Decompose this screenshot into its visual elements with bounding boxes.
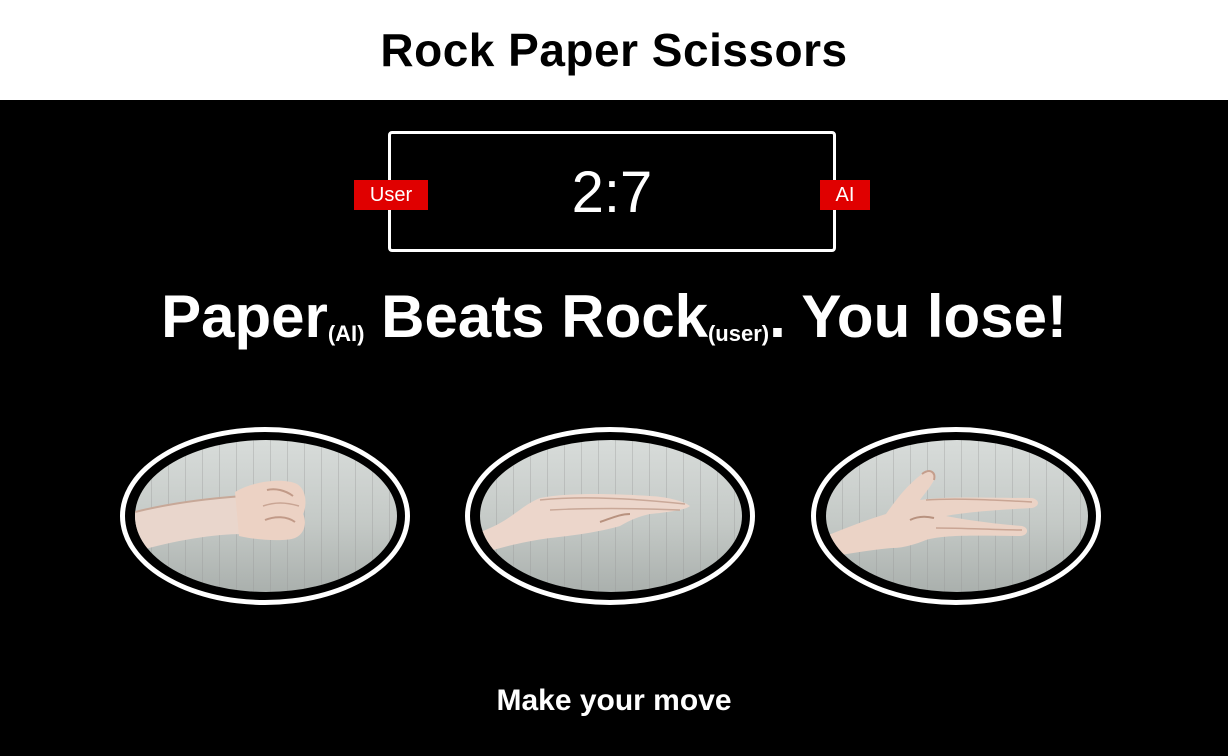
ai-score-label: AI	[820, 180, 870, 210]
paper-choice-button[interactable]	[465, 427, 755, 605]
rock-hand-icon	[135, 480, 306, 552]
paper-hand-icon	[480, 494, 690, 554]
rock-choice-button[interactable]	[120, 427, 410, 605]
scissors-hand-icon	[826, 470, 1038, 558]
user-score-label: User	[354, 180, 428, 210]
page-title: Rock Paper Scissors	[380, 24, 848, 76]
result-outcome: . You lose!	[769, 283, 1067, 350]
result-verb: Beats	[364, 283, 562, 350]
paper-photo	[480, 440, 742, 592]
game-stage: 2:7 User AI Paper(AI) Beats Rock(user). …	[0, 100, 1228, 756]
winner-move: Paper	[161, 283, 328, 350]
page-header: Rock Paper Scissors	[0, 0, 1228, 100]
round-result: Paper(AI) Beats Rock(user). You lose!	[0, 282, 1228, 351]
winner-tag: (AI)	[327, 321, 365, 346]
scoreboard: 2:7	[388, 131, 836, 252]
rock-photo	[135, 440, 397, 592]
loser-move: Rock	[561, 283, 708, 350]
scissors-photo	[826, 440, 1088, 592]
score-display: 2:7	[571, 160, 653, 225]
loser-tag: (user)	[707, 321, 770, 346]
move-prompt: Make your move	[496, 684, 732, 717]
scissors-choice-button[interactable]	[811, 427, 1101, 605]
